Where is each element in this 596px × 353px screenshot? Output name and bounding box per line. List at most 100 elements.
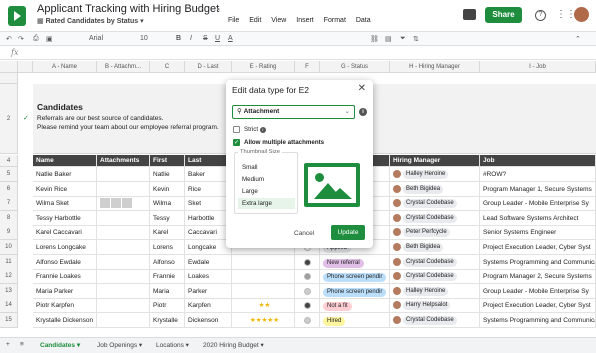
rating-cell[interactable]: ★★ <box>232 298 295 313</box>
menu-data[interactable]: Data <box>356 17 371 24</box>
attachment-thumbnail[interactable] <box>122 198 132 209</box>
attachment-cell[interactable] <box>97 211 150 226</box>
col-header-a[interactable]: A - Name <box>33 61 97 73</box>
header-first[interactable]: First <box>150 155 185 167</box>
job-cell[interactable]: Project Execution Leader, Cyber Syst <box>480 298 596 313</box>
font-select[interactable]: Arial <box>89 35 103 42</box>
text-color-button[interactable]: A <box>228 35 233 42</box>
star-folder-icons[interactable]: ☆ ▪ <box>196 4 225 15</box>
job-cell[interactable]: Group Leader - Mobile Enterprise Sy <box>480 284 596 299</box>
name-cell[interactable]: Frannie Loakes <box>33 269 97 284</box>
first-cell[interactable]: Piotr <box>150 298 185 313</box>
attachment-cell[interactable] <box>97 167 150 182</box>
strict-checkbox[interactable] <box>233 126 240 133</box>
last-cell[interactable]: Parker <box>185 284 232 299</box>
header-last[interactable]: Last <box>185 155 232 167</box>
header-job[interactable]: Job <box>480 155 596 167</box>
first-cell[interactable]: Karel <box>150 225 185 240</box>
image-icon[interactable]: ▤ <box>385 35 392 43</box>
last-cell[interactable]: Caccavari <box>185 225 232 240</box>
first-cell[interactable]: Tessy <box>150 211 185 226</box>
apps-grid-icon[interactable]: ⋮⋮ <box>556 9 576 20</box>
col-header-g[interactable]: G - Status <box>320 61 390 73</box>
name-cell[interactable]: Wilma Sket <box>33 196 97 211</box>
attachment-cell[interactable] <box>97 313 150 328</box>
corner-cell[interactable] <box>0 61 18 73</box>
link-icon[interactable]: ⛓ <box>370 35 379 43</box>
app-logo-icon[interactable] <box>8 6 26 26</box>
rating-cell[interactable] <box>232 284 295 299</box>
row-header[interactable]: 8 <box>0 211 18 226</box>
col-header-h[interactable]: H - Hiring Manager <box>390 61 480 73</box>
tab-locations[interactable]: Locations ▾ <box>156 341 189 349</box>
first-cell[interactable]: Alfonso <box>150 255 185 270</box>
attachment-cell[interactable] <box>97 225 150 240</box>
job-cell[interactable]: Lead Software Systems Architect <box>480 211 596 226</box>
row-header[interactable]: 11 <box>0 255 18 270</box>
row-header[interactable]: 13 <box>0 284 18 299</box>
share-button[interactable]: Share <box>485 7 522 23</box>
name-cell[interactable]: Kevin Rice <box>33 182 97 197</box>
rating-cell[interactable] <box>232 269 295 284</box>
tab-candidates[interactable]: Candidates ▾ <box>40 341 80 349</box>
hiring-manager-cell[interactable]: Beth Bigidea <box>390 240 480 255</box>
undo-icon[interactable]: ↶ <box>6 35 12 43</box>
status-dot-cell[interactable] <box>295 255 320 270</box>
job-cell[interactable]: Senior Systems Engineer <box>480 225 596 240</box>
strike-button[interactable]: S <box>203 35 208 42</box>
col-header-blank[interactable] <box>18 61 33 73</box>
add-sheet-icon[interactable]: + <box>6 341 10 348</box>
menu-format[interactable]: Format <box>324 17 346 24</box>
last-cell[interactable]: Harbottle <box>185 211 232 226</box>
header-name[interactable]: Name <box>33 155 97 167</box>
menu-insert[interactable]: Insert <box>296 17 314 24</box>
rating-cell[interactable]: ★★★★★ <box>232 313 295 328</box>
hiring-manager-cell[interactable]: Peter Perfcycle <box>390 225 480 240</box>
first-cell[interactable]: Frannie <box>150 269 185 284</box>
sort-icon[interactable]: ⇅ <box>413 35 419 43</box>
hiring-manager-cell[interactable]: Halley Heroine <box>390 167 480 182</box>
all-sheets-icon[interactable]: ≡ <box>20 341 24 348</box>
menu-view[interactable]: View <box>271 17 286 24</box>
tab-job-openings[interactable]: Job Openings ▾ <box>97 341 142 349</box>
row-header[interactable]: 14 <box>0 298 18 313</box>
name-cell[interactable]: Maria Parker <box>33 284 97 299</box>
status-dot-cell[interactable] <box>295 313 320 328</box>
avatar[interactable] <box>574 7 589 22</box>
bold-button[interactable]: B <box>176 35 181 42</box>
close-icon[interactable]: ✕ <box>358 83 366 94</box>
row-header[interactable]: 9 <box>0 225 18 240</box>
hiring-manager-cell[interactable]: Crystal Codebase <box>390 269 480 284</box>
attachment-cell[interactable] <box>97 182 150 197</box>
print-icon[interactable]: ⎙ <box>33 35 39 43</box>
view-selector[interactable]: ▦ Rated Candidates by Status ▾ <box>37 17 144 25</box>
job-cell[interactable]: Project Execution Leader, Cyber Syst <box>480 240 596 255</box>
row-header[interactable]: 10 <box>0 240 18 255</box>
job-cell[interactable]: Program Manager 1, Secure Systems <box>480 182 596 197</box>
col-header-d[interactable]: D - Last <box>185 61 232 73</box>
multiple-attachments-checkbox[interactable]: ✓ <box>233 139 240 146</box>
first-cell[interactable]: Natlie <box>150 167 185 182</box>
italic-button[interactable]: I <box>190 35 192 42</box>
size-option-extra-large[interactable]: Extra large <box>238 198 295 209</box>
tab-hiring-budget[interactable]: 2020 Hiring Budget ▾ <box>203 341 264 349</box>
col-header-f[interactable]: F <box>295 61 320 73</box>
row-header[interactable]: 6 <box>0 182 18 197</box>
status-dot-cell[interactable] <box>295 269 320 284</box>
paint-format-icon[interactable]: ▣ <box>46 35 53 43</box>
attachment-thumbnail[interactable] <box>100 198 110 209</box>
col-header-c[interactable]: C <box>150 61 185 73</box>
job-cell[interactable]: Group Leader - Mobile Enterprise Sy <box>480 196 596 211</box>
name-cell[interactable]: Alfonso Ewdale <box>33 255 97 270</box>
status-cell[interactable]: Not a fit <box>320 298 390 313</box>
col-header-e[interactable]: E - Rating <box>232 61 295 73</box>
data-type-select[interactable]: ⚲ Attachment ⌄ <box>232 105 355 119</box>
header-attachments[interactable]: Attachments <box>97 155 150 167</box>
hiring-manager-cell[interactable]: Harry Helpsalot <box>390 298 480 313</box>
row-header[interactable]: 15 <box>0 313 18 328</box>
job-cell[interactable]: Program Manager 2, Secure Systems <box>480 269 596 284</box>
last-cell[interactable]: Rice <box>185 182 232 197</box>
status-cell[interactable]: Hired <box>320 313 390 328</box>
rating-cell[interactable] <box>232 255 295 270</box>
last-cell[interactable]: Baker <box>185 167 232 182</box>
